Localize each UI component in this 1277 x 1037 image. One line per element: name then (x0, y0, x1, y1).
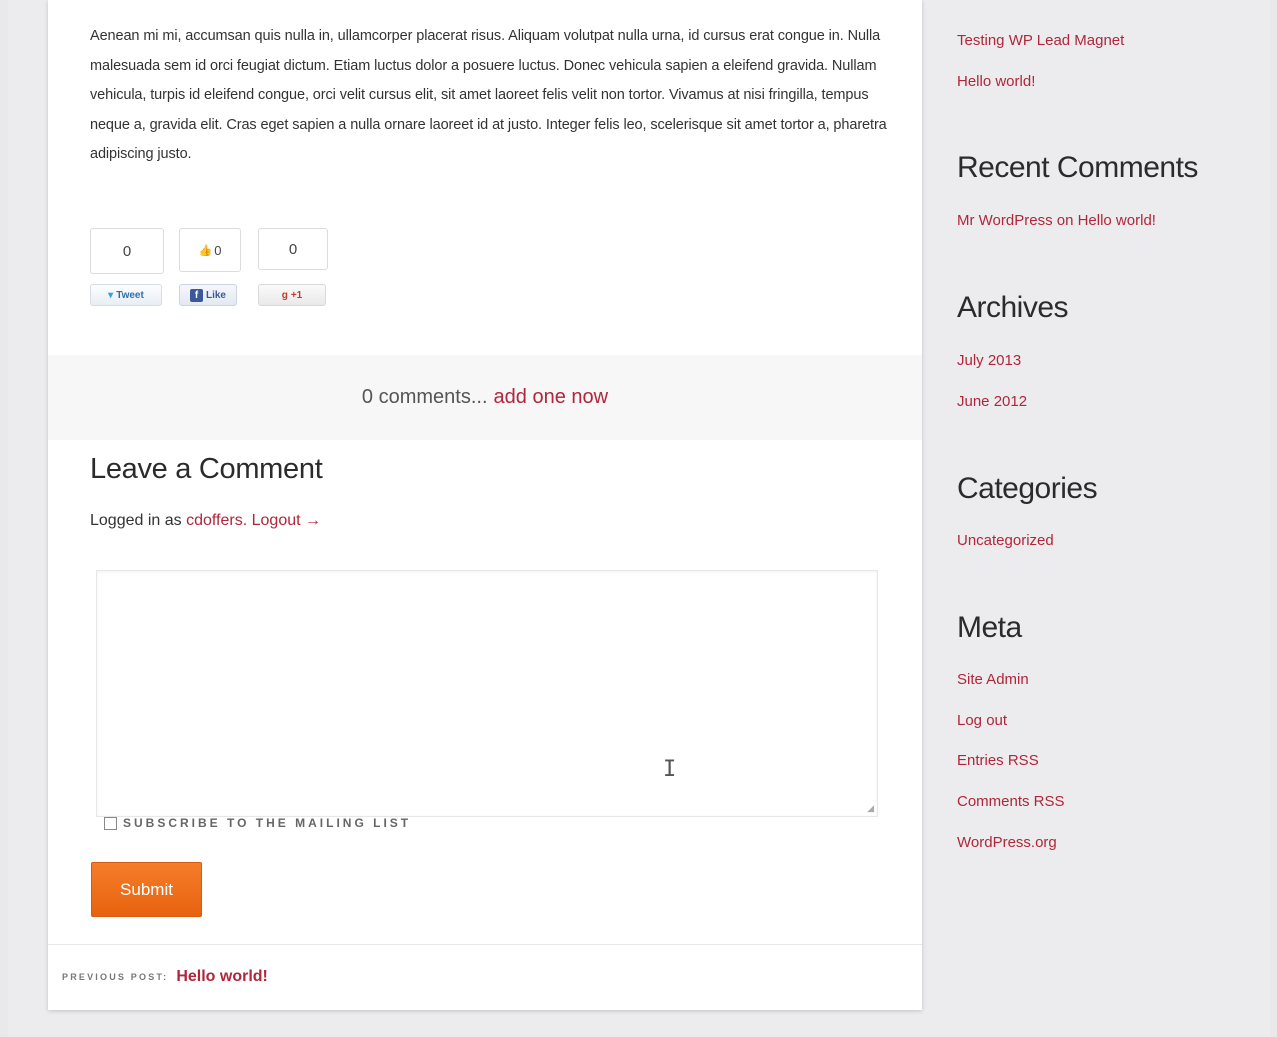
facebook-count-value: 0 (214, 242, 222, 258)
comments-count-band: 0 comments... add one now (48, 355, 922, 440)
facebook-like-widget[interactable]: 👍 0 f Like (179, 228, 241, 306)
previous-post-nav: PREVIOUS POST: Hello world! (62, 968, 268, 986)
tweet-button[interactable]: ▾ Tweet (90, 284, 162, 306)
sidebar-item-meta[interactable]: WordPress.org (957, 834, 1057, 851)
facebook-like-label: Like (205, 289, 226, 301)
categories-heading: Categories (957, 472, 1098, 505)
sidebar-item-recent-post[interactable]: Testing WP Lead Magnet (957, 32, 1124, 49)
submit-button[interactable]: Submit (91, 862, 202, 917)
tweet-share-widget[interactable]: 0 ▾ Tweet (90, 228, 164, 306)
sidebar-item-meta[interactable]: Log out (957, 712, 1007, 729)
sidebar-item-category[interactable]: Uncategorized (957, 532, 1054, 549)
google-plus-icon: g (281, 289, 288, 301)
facebook-like-button[interactable]: f Like (179, 284, 237, 306)
sidebar-item-recent-comment[interactable]: Mr WordPress on Hello world! (957, 212, 1156, 229)
recent-comments-heading: Recent Comments (957, 151, 1198, 184)
sidebar-item-recent-post[interactable]: Hello world! (957, 73, 1035, 90)
previous-post-link[interactable]: Hello world! (176, 968, 268, 986)
sidebar-item-meta[interactable]: Comments RSS (957, 793, 1065, 810)
comment-textarea[interactable]: I ◢ (96, 570, 878, 817)
comments-count-text: 0 comments... (361, 386, 488, 408)
tweet-label: Tweet (116, 289, 144, 301)
recent-posts-heading-cut (957, 0, 965, 12)
logged-in-line: Logged in as cdoffers. Logout → (90, 512, 321, 530)
facebook-like-count: 👍 0 (179, 228, 241, 272)
google-plus-count: 0 (258, 228, 328, 270)
google-plus-button[interactable]: g +1 (258, 284, 326, 306)
resize-handle-icon[interactable]: ◢ (867, 803, 874, 814)
tweet-count: 0 (90, 228, 164, 274)
sidebar-item-meta[interactable]: Site Admin (957, 671, 1029, 688)
thumbs-up-icon: 👍 (198, 244, 213, 257)
sidebar-item-archive[interactable]: July 2013 (957, 352, 1021, 369)
article-paragraph: Aenean mi mi, accumsan quis nulla in, ul… (90, 28, 887, 162)
twitter-bird-icon: ▾ (108, 289, 114, 301)
post-content-card: Aenean mi mi, accumsan quis nulla in, ul… (48, 0, 922, 1010)
meta-heading: Meta (957, 611, 1022, 644)
google-plus-widget[interactable]: 0 g +1 (258, 228, 328, 306)
leave-comment-heading: Leave a Comment (90, 453, 323, 485)
sidebar-item-meta[interactable]: Entries RSS (957, 752, 1039, 769)
divider (48, 944, 922, 945)
facebook-icon: f (189, 288, 203, 302)
text-cursor-icon: I (663, 757, 677, 782)
add-comment-link[interactable]: add one now (494, 386, 609, 409)
google-plus-label: +1 (290, 289, 303, 301)
archives-heading: Archives (957, 291, 1069, 324)
username-link[interactable]: cdoffers. (186, 512, 247, 529)
subscribe-option[interactable]: SUBSCRIBE TO THE MAILING LIST (104, 816, 411, 830)
previous-post-label: PREVIOUS POST: (62, 972, 169, 982)
subscribe-checkbox[interactable] (104, 816, 117, 830)
logged-in-prefix: Logged in as (90, 512, 182, 529)
sidebar-item-archive[interactable]: June 2012 (957, 393, 1027, 410)
subscribe-label: SUBSCRIBE TO THE MAILING LIST (123, 816, 412, 830)
logout-link[interactable]: Logout → (252, 512, 321, 529)
